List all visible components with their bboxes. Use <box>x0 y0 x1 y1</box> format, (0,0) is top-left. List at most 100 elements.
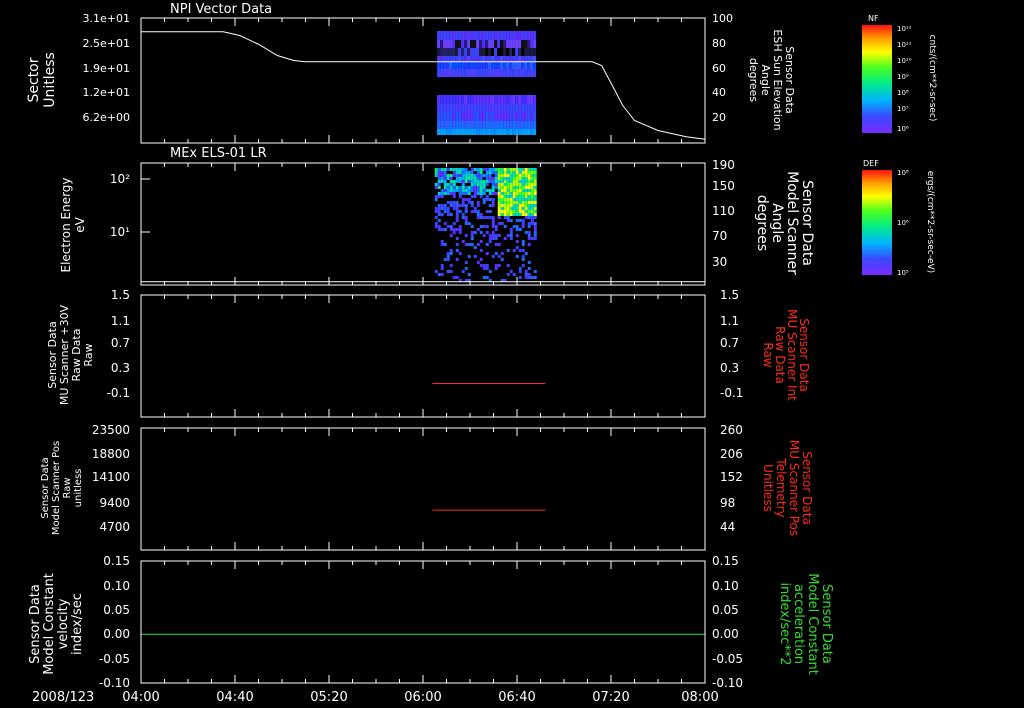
spectrogram-cell <box>464 210 468 213</box>
spectrogram-cell <box>455 104 459 112</box>
spectrogram-cell <box>497 213 501 216</box>
spectrogram-cell <box>467 273 471 276</box>
spectrogram-cell <box>479 121 483 129</box>
spectrogram-cell <box>509 195 513 198</box>
spectrogram-cell <box>449 183 453 186</box>
spectrogram-cell <box>476 95 480 104</box>
spectrogram-cell <box>524 177 528 180</box>
spectrogram-cell <box>467 186 471 189</box>
spectrogram-cell <box>443 180 447 183</box>
spectrogram-cell <box>512 207 516 210</box>
spectrogram-cell <box>512 210 516 213</box>
spectrogram-cell <box>455 168 459 171</box>
spectrogram-cell <box>527 237 531 240</box>
spectrogram-cell <box>479 174 483 177</box>
spectrogram-cell <box>527 189 531 192</box>
left-tick-label: 10¹ <box>110 225 130 239</box>
spectrogram-cell <box>458 31 462 40</box>
spectrogram-cell <box>482 216 486 219</box>
spectrogram-cell <box>473 112 477 121</box>
spectrogram-cell <box>509 40 513 48</box>
spectrogram-cell <box>524 270 528 273</box>
spectrogram-cell <box>467 171 471 174</box>
spectrogram-cell <box>491 216 495 219</box>
left-tick-label: 1.2e+01 <box>83 86 130 99</box>
spectrogram-cell <box>521 243 525 246</box>
spectrogram-cell <box>473 180 477 183</box>
els-spectrogram <box>434 168 537 282</box>
spectrogram-cell <box>455 69 459 77</box>
spectrogram-cell <box>446 252 450 255</box>
spectrogram-cell <box>461 216 465 219</box>
spectrogram-cell <box>515 121 519 129</box>
spectrogram-cell <box>458 56 462 62</box>
spectrogram-cell <box>440 228 444 231</box>
spectrogram-cell <box>467 201 471 204</box>
spectrogram-cell <box>458 168 462 171</box>
spectrogram-cell <box>449 249 453 252</box>
spectrogram-cell <box>488 192 492 195</box>
spectrogram-cell <box>473 174 477 177</box>
spectrogram-cell <box>527 168 531 171</box>
spectrogram-cell <box>503 174 507 177</box>
spectrogram-cell <box>467 31 471 40</box>
spectrogram-cell <box>482 189 486 192</box>
spectrogram-cell <box>527 121 531 129</box>
spectrogram-cell <box>518 121 522 129</box>
spectrogram-cell <box>491 219 495 222</box>
spectrogram-cell <box>521 207 525 210</box>
spectrogram-cell <box>449 62 453 69</box>
spectrogram-cell <box>470 231 474 234</box>
spectrogram-cell <box>455 213 459 216</box>
spectrogram-cell <box>449 177 453 180</box>
spectrogram-cell <box>533 180 537 183</box>
spectrogram-cell <box>515 129 519 135</box>
svg-text:MU Scanner Pos: MU Scanner Pos <box>787 440 801 536</box>
spectrogram-cell <box>476 112 480 121</box>
spectrogram-cell <box>449 112 453 121</box>
spectrogram-cell <box>473 121 477 129</box>
spectrogram-cell <box>530 56 534 62</box>
spectrogram-cell <box>497 56 501 62</box>
spectrogram-cell <box>446 174 450 177</box>
spectrogram-cell <box>494 121 498 129</box>
spectrogram-cell <box>437 56 441 62</box>
spectrogram-cell <box>482 180 486 183</box>
spectrogram-cell <box>509 204 513 207</box>
spectrogram-cell <box>440 48 444 56</box>
spectrogram-cell <box>518 48 522 56</box>
spectrogram-cell <box>446 210 450 213</box>
spectrogram-cell <box>479 69 483 77</box>
spectrogram-cell <box>530 95 534 104</box>
spectrogram-cell <box>515 186 519 189</box>
left-tick-label: 0.7 <box>111 336 130 350</box>
spectrogram-cell <box>455 112 459 121</box>
spectrogram-cell <box>482 234 486 237</box>
colorbar-tick: 10⁹ <box>897 73 909 81</box>
spectrogram-cell <box>497 264 501 267</box>
spectrogram-cell <box>533 62 537 69</box>
spectrogram-cell <box>521 264 525 267</box>
spectrogram-cell <box>464 189 468 192</box>
spectrogram-cell <box>491 168 495 171</box>
spectrogram-cell <box>533 104 537 112</box>
spectrogram-cell <box>434 207 438 210</box>
spectrogram-cell <box>437 225 441 228</box>
spectrogram-cell <box>506 168 510 171</box>
spectrogram-cell <box>476 177 480 180</box>
spectrogram-cell <box>464 40 468 48</box>
spectrogram-cell <box>521 198 525 201</box>
spectrogram-cell <box>479 31 483 40</box>
spectrogram-cell <box>500 171 504 174</box>
spectrogram-cell <box>497 243 501 246</box>
spectrogram-cell <box>446 40 450 48</box>
spectrogram-cell <box>446 112 450 121</box>
spectrogram-cell <box>527 213 531 216</box>
spectrogram-cell <box>521 171 525 174</box>
spectrogram-cell <box>446 121 450 129</box>
spectrogram-cell <box>449 48 453 56</box>
spectrogram-cell <box>452 189 456 192</box>
spectrogram-cell <box>515 213 519 216</box>
spectrogram-cell <box>449 168 453 171</box>
spectrogram-cell <box>482 104 486 112</box>
